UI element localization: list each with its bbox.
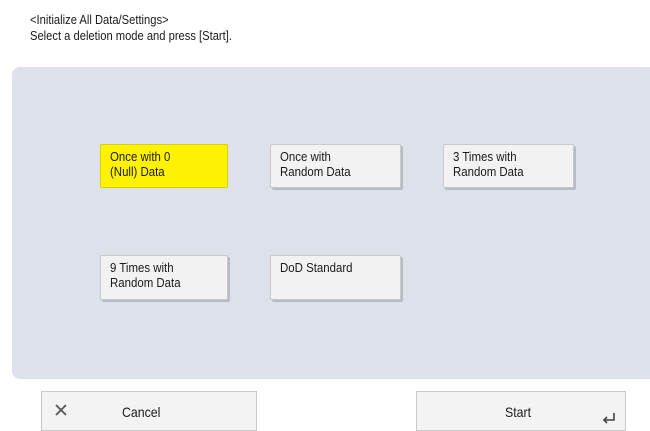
- start-button[interactable]: Start: [416, 391, 626, 431]
- screen-title: <Initialize All Data/Settings>: [30, 12, 169, 27]
- start-label: Start: [505, 404, 532, 420]
- instruction-text: Select a deletion mode and press [Start]…: [30, 28, 232, 43]
- mode-once-null-button[interactable]: Once with 0 (Null) Data: [100, 144, 228, 188]
- mode-label: DoD Standard: [280, 260, 353, 275]
- cancel-label: Cancel: [122, 404, 161, 420]
- screen-header: <Initialize All Data/Settings> Select a …: [30, 12, 232, 44]
- deletion-mode-panel: Once with 0 (Null) Data Once with Random…: [12, 67, 650, 379]
- cancel-button[interactable]: Cancel: [41, 391, 257, 431]
- mode-dod-standard-button[interactable]: DoD Standard: [270, 255, 401, 300]
- mode-3-times-random-button[interactable]: 3 Times with Random Data: [443, 144, 574, 188]
- close-icon: [55, 404, 67, 416]
- mode-label: 3 Times with Random Data: [453, 149, 524, 179]
- mode-label: Once with 0 (Null) Data: [110, 149, 171, 179]
- mode-label: 9 Times with Random Data: [110, 260, 181, 290]
- mode-label: Once with Random Data: [280, 149, 351, 179]
- mode-9-times-random-button[interactable]: 9 Times with Random Data: [100, 255, 228, 300]
- enter-icon: [602, 413, 615, 424]
- mode-once-random-button[interactable]: Once with Random Data: [270, 144, 401, 188]
